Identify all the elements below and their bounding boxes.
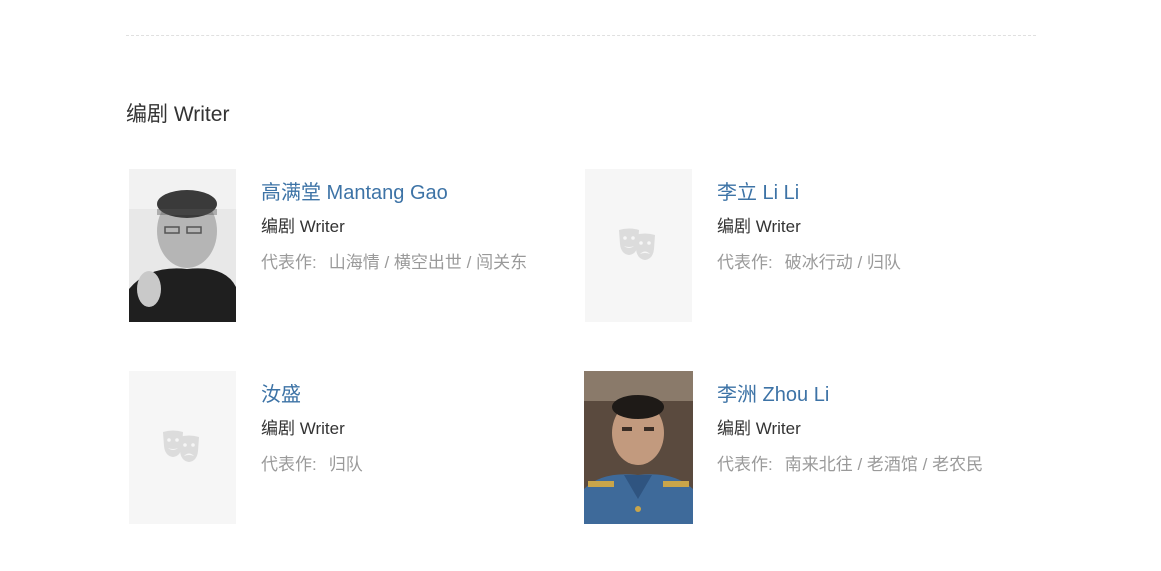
person-card: 高满堂 Mantang Gao 编剧 Writer 代表作: 山海情 / 横空出世… xyxy=(129,169,569,325)
person-name-link[interactable]: 李洲 Zhou Li xyxy=(717,381,983,409)
section-divider xyxy=(126,35,1036,36)
person-photo[interactable] xyxy=(585,169,692,322)
person-name-link[interactable]: 高满堂 Mantang Gao xyxy=(261,179,527,207)
portrait-photo-icon xyxy=(129,169,236,322)
works-list: 山海情 / 横空出世 / 闯关东 xyxy=(328,253,528,272)
person-works: 代表作: 破冰行动 / 归队 xyxy=(717,251,901,275)
person-name-link[interactable]: 李立 Li Li xyxy=(717,179,901,207)
person-works: 代表作: 归队 xyxy=(261,453,363,477)
works-list: 南来北往 / 老酒馆 / 老农民 xyxy=(784,455,984,474)
person-name-link[interactable]: 汝盛 xyxy=(261,381,363,409)
person-role: 编剧 Writer xyxy=(261,217,345,236)
portrait-photo-icon xyxy=(584,371,693,524)
person-photo[interactable] xyxy=(129,371,236,524)
person-card: 李洲 Zhou Li 编剧 Writer 代表作: 南来北往 / 老酒馆 / 老农… xyxy=(584,371,1025,527)
works-label: 代表作: xyxy=(717,253,773,272)
person-works: 代表作: 山海情 / 横空出世 / 闯关东 xyxy=(261,251,527,275)
theater-mask-icon xyxy=(163,430,199,462)
person-card: 汝盛 编剧 Writer 代表作: 归队 xyxy=(129,371,569,527)
works-label: 代表作: xyxy=(261,455,317,474)
person-role: 编剧 Writer xyxy=(717,419,801,438)
person-role: 编剧 Writer xyxy=(717,217,801,236)
section-title: 编剧 Writer xyxy=(126,103,230,126)
theater-mask-icon xyxy=(619,228,655,260)
person-role: 编剧 Writer xyxy=(261,419,345,438)
works-list: 归队 xyxy=(328,455,363,474)
person-card: 李立 Li Li 编剧 Writer 代表作: 破冰行动 / 归队 xyxy=(585,169,1025,325)
person-works: 代表作: 南来北往 / 老酒馆 / 老农民 xyxy=(717,453,983,477)
works-label: 代表作: xyxy=(717,455,773,474)
person-photo[interactable] xyxy=(584,371,693,524)
works-label: 代表作: xyxy=(261,253,317,272)
works-list: 破冰行动 / 归队 xyxy=(784,253,901,272)
person-photo[interactable] xyxy=(129,169,236,322)
